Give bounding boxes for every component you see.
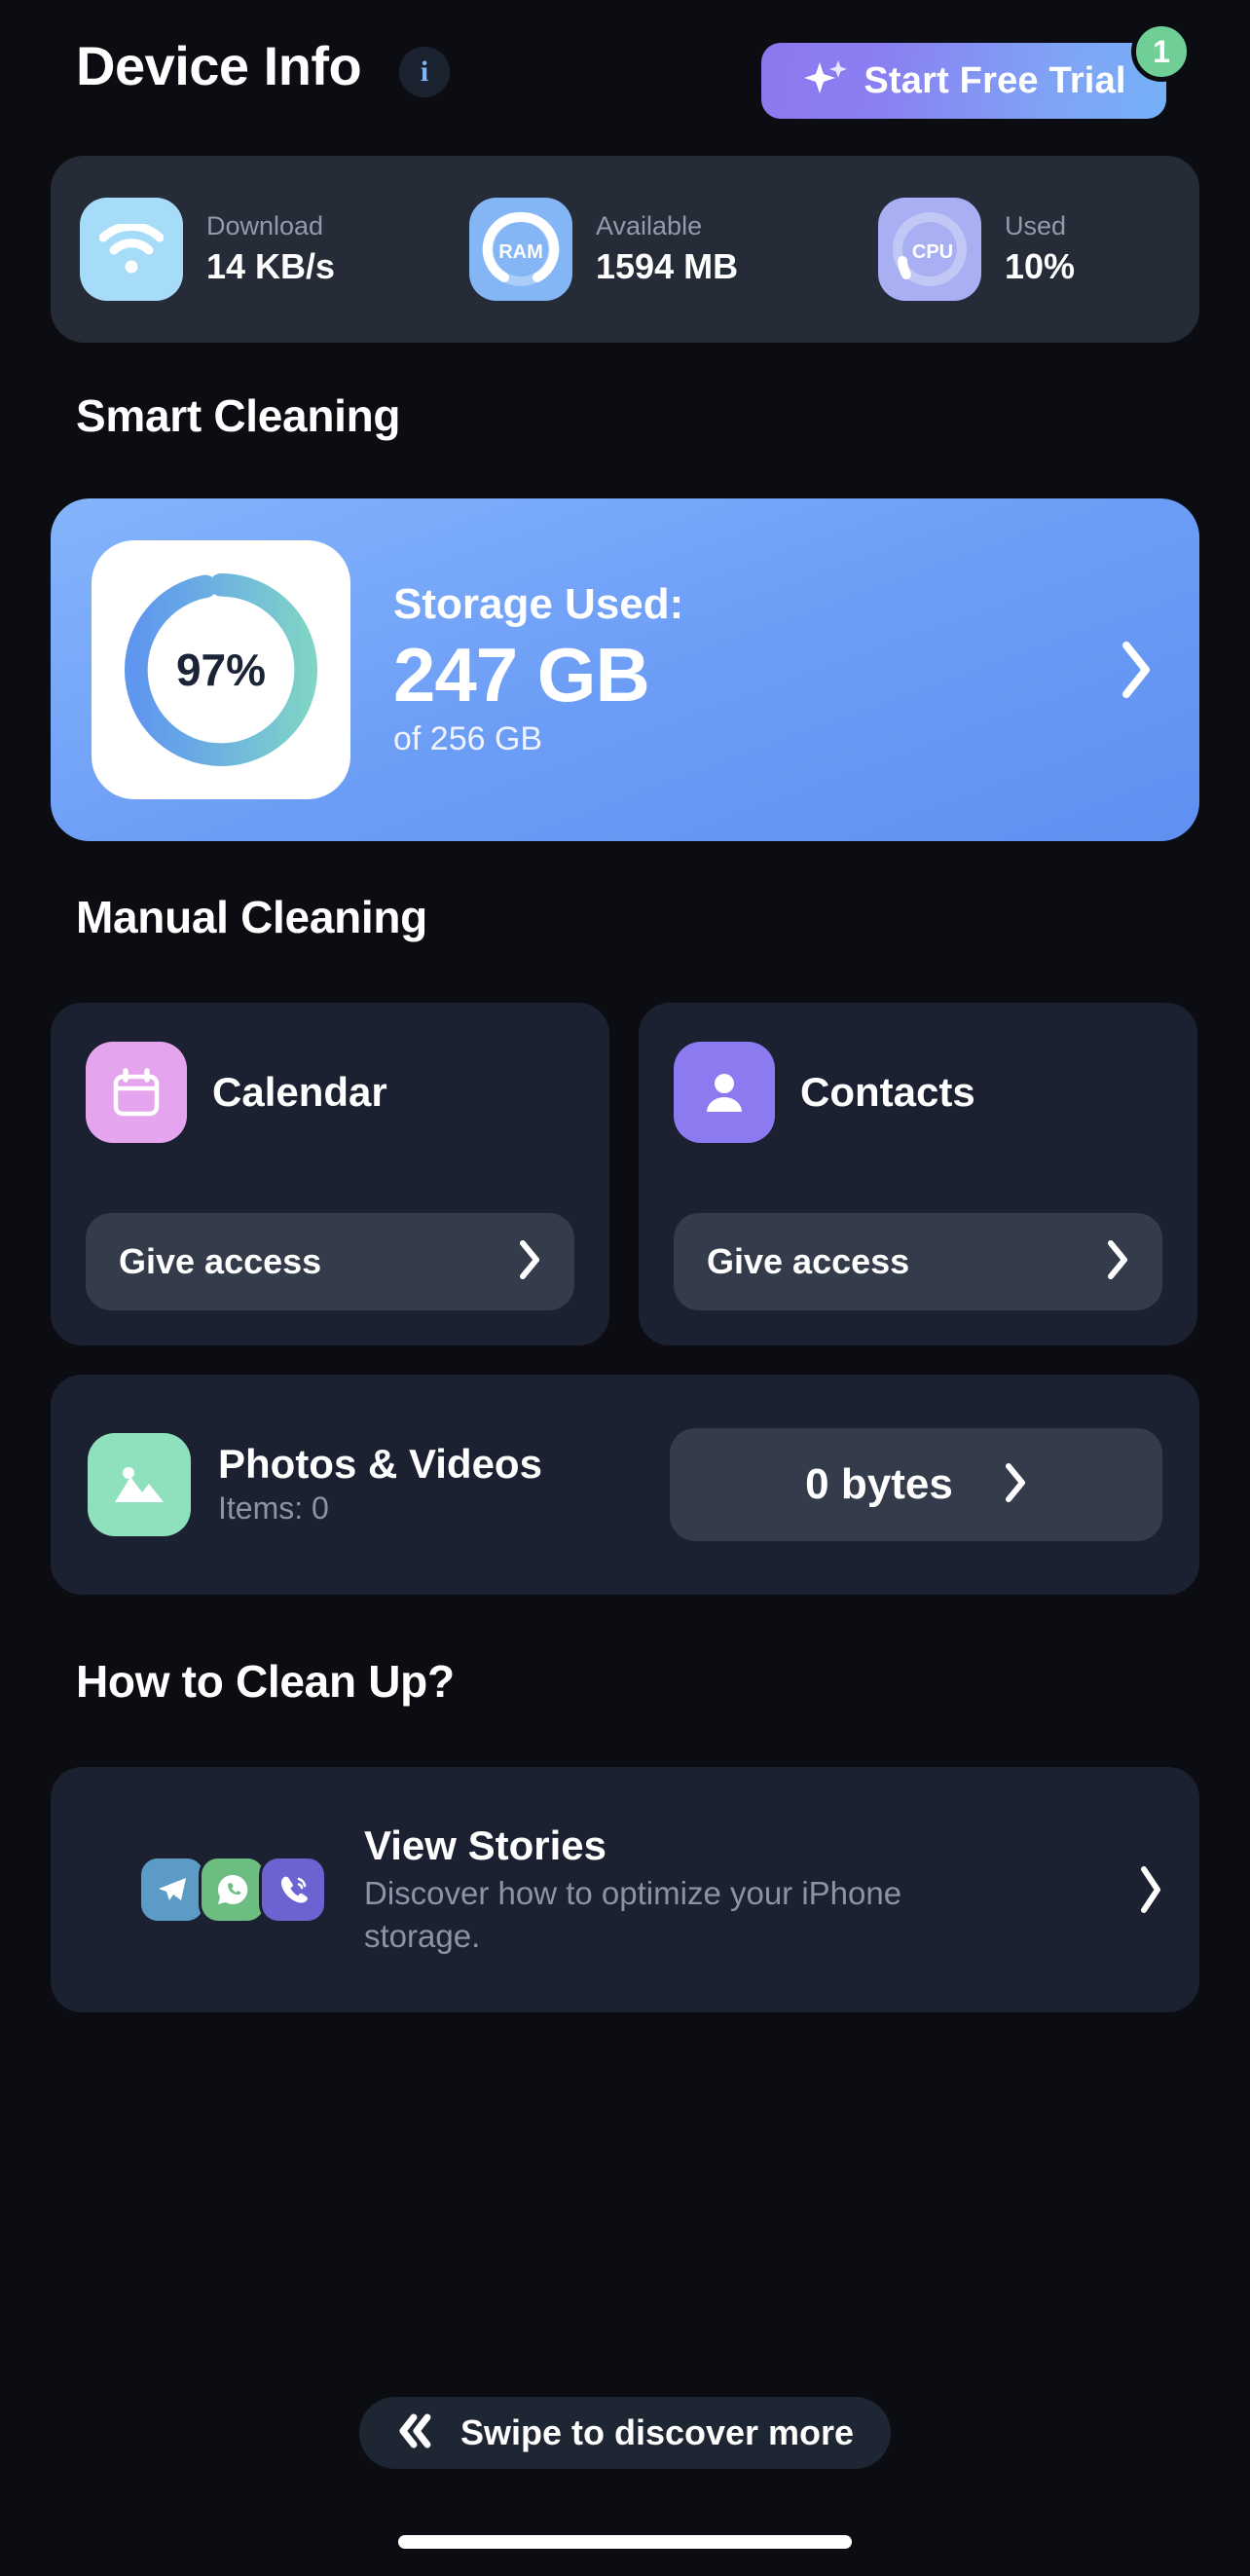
permission-card-calendar[interactable]: Calendar Give access (51, 1003, 609, 1345)
permission-title-calendar: Calendar (212, 1069, 387, 1115)
storage-percent-label: 97% (175, 644, 267, 695)
storage-used-value: 247 GB (393, 631, 650, 718)
photos-videos-row[interactable]: Photos & Videos Items: 0 0 bytes (51, 1375, 1199, 1595)
photos-size-button[interactable]: 0 bytes (670, 1428, 1162, 1541)
section-title-manual-cleaning: Manual Cleaning (76, 892, 427, 942)
chevron-right-icon (518, 1239, 541, 1285)
photos-title: Photos & Videos (218, 1441, 542, 1487)
device-stats-card: Download 14 KB/s RAM Available 1594 MB C… (51, 156, 1199, 343)
chevron-right-icon (1106, 1239, 1129, 1285)
storage-used-card[interactable]: 97% Storage Used: 247 GB of 256 GB (51, 498, 1199, 841)
permission-header: Calendar (51, 1003, 609, 1143)
swipe-label: Swipe to discover more (460, 2412, 855, 2452)
photos-items-count: Items: 0 (218, 1490, 329, 1527)
stat-ram: RAM Available 1594 MB (469, 198, 878, 301)
give-access-button-calendar[interactable]: Give access (86, 1213, 574, 1310)
stories-description: Discover how to optimize your iPhone sto… (364, 1874, 902, 1955)
permission-header: Contacts (639, 1003, 1197, 1143)
stat-cpu: CPU Used 10% (878, 198, 1190, 301)
app-icon-stack (138, 1856, 327, 1924)
svg-text:RAM: RAM (498, 241, 543, 263)
start-free-trial-button[interactable]: Start Free Trial (761, 43, 1166, 119)
person-icon (674, 1042, 775, 1143)
permission-title-contacts: Contacts (800, 1069, 975, 1115)
page-header: Device Info i Start Free Trial 1 (0, 0, 1250, 146)
chevron-right-icon (1004, 1461, 1027, 1509)
storage-text-block: Storage Used: 247 GB of 256 GB (393, 580, 1092, 758)
start-free-trial-container: Start Free Trial 1 (761, 21, 1192, 119)
stat-cpu-value: 10% (1005, 246, 1076, 287)
storage-donut-tile: 97% (92, 540, 350, 799)
page-title: Device Info (76, 35, 362, 96)
storage-total-value: of 256 GB (393, 719, 543, 757)
stat-download-label: Download (206, 210, 324, 240)
whatsapp-icon (199, 1856, 267, 1924)
stories-text-block: View Stories Discover how to optimize yo… (364, 1821, 1102, 1959)
svg-text:CPU: CPU (912, 241, 953, 263)
give-access-label: Give access (707, 1241, 910, 1281)
info-icon-glyph: i (420, 55, 429, 88)
start-free-trial-label: Start Free Trial (864, 59, 1126, 101)
sparkle-icon (801, 56, 850, 105)
permission-card-contacts[interactable]: Contacts Give access (639, 1003, 1197, 1345)
swipe-to-discover-button[interactable]: Swipe to discover more (358, 2397, 892, 2469)
stat-ram-value: 1594 MB (596, 246, 739, 287)
ram-gauge-icon: RAM (469, 198, 572, 301)
cpu-gauge-icon: CPU (878, 198, 981, 301)
viber-icon (259, 1856, 327, 1924)
photos-text-block: Photos & Videos Items: 0 (218, 1440, 646, 1529)
stat-download: Download 14 KB/s (80, 198, 469, 301)
chevron-right-icon[interactable] (1092, 640, 1180, 700)
stat-cpu-label: Used (1005, 210, 1067, 240)
give-access-label: Give access (119, 1241, 322, 1281)
photos-size-label: 0 bytes (805, 1460, 953, 1508)
wifi-icon (80, 198, 183, 301)
stat-download-value: 14 KB/s (206, 246, 336, 287)
photo-icon (88, 1433, 191, 1536)
calendar-icon (86, 1042, 187, 1143)
stories-title: View Stories (364, 1822, 607, 1869)
telegram-icon (138, 1856, 206, 1924)
info-icon[interactable]: i (399, 47, 450, 97)
view-stories-card[interactable]: View Stories Discover how to optimize yo… (51, 1767, 1199, 2012)
home-indicator (398, 2535, 852, 2549)
give-access-button-contacts[interactable]: Give access (674, 1213, 1162, 1310)
chevron-right-icon[interactable] (1102, 1864, 1199, 1915)
double-chevron-left-icon (396, 2412, 435, 2454)
stat-ram-label: Available (596, 210, 703, 240)
section-title-smart-cleaning: Smart Cleaning (76, 390, 401, 441)
section-title-how-to-clean-up: How to Clean Up? (76, 1656, 455, 1707)
trial-badge-count: 1 (1131, 21, 1192, 82)
storage-heading: Storage Used: (393, 580, 684, 629)
